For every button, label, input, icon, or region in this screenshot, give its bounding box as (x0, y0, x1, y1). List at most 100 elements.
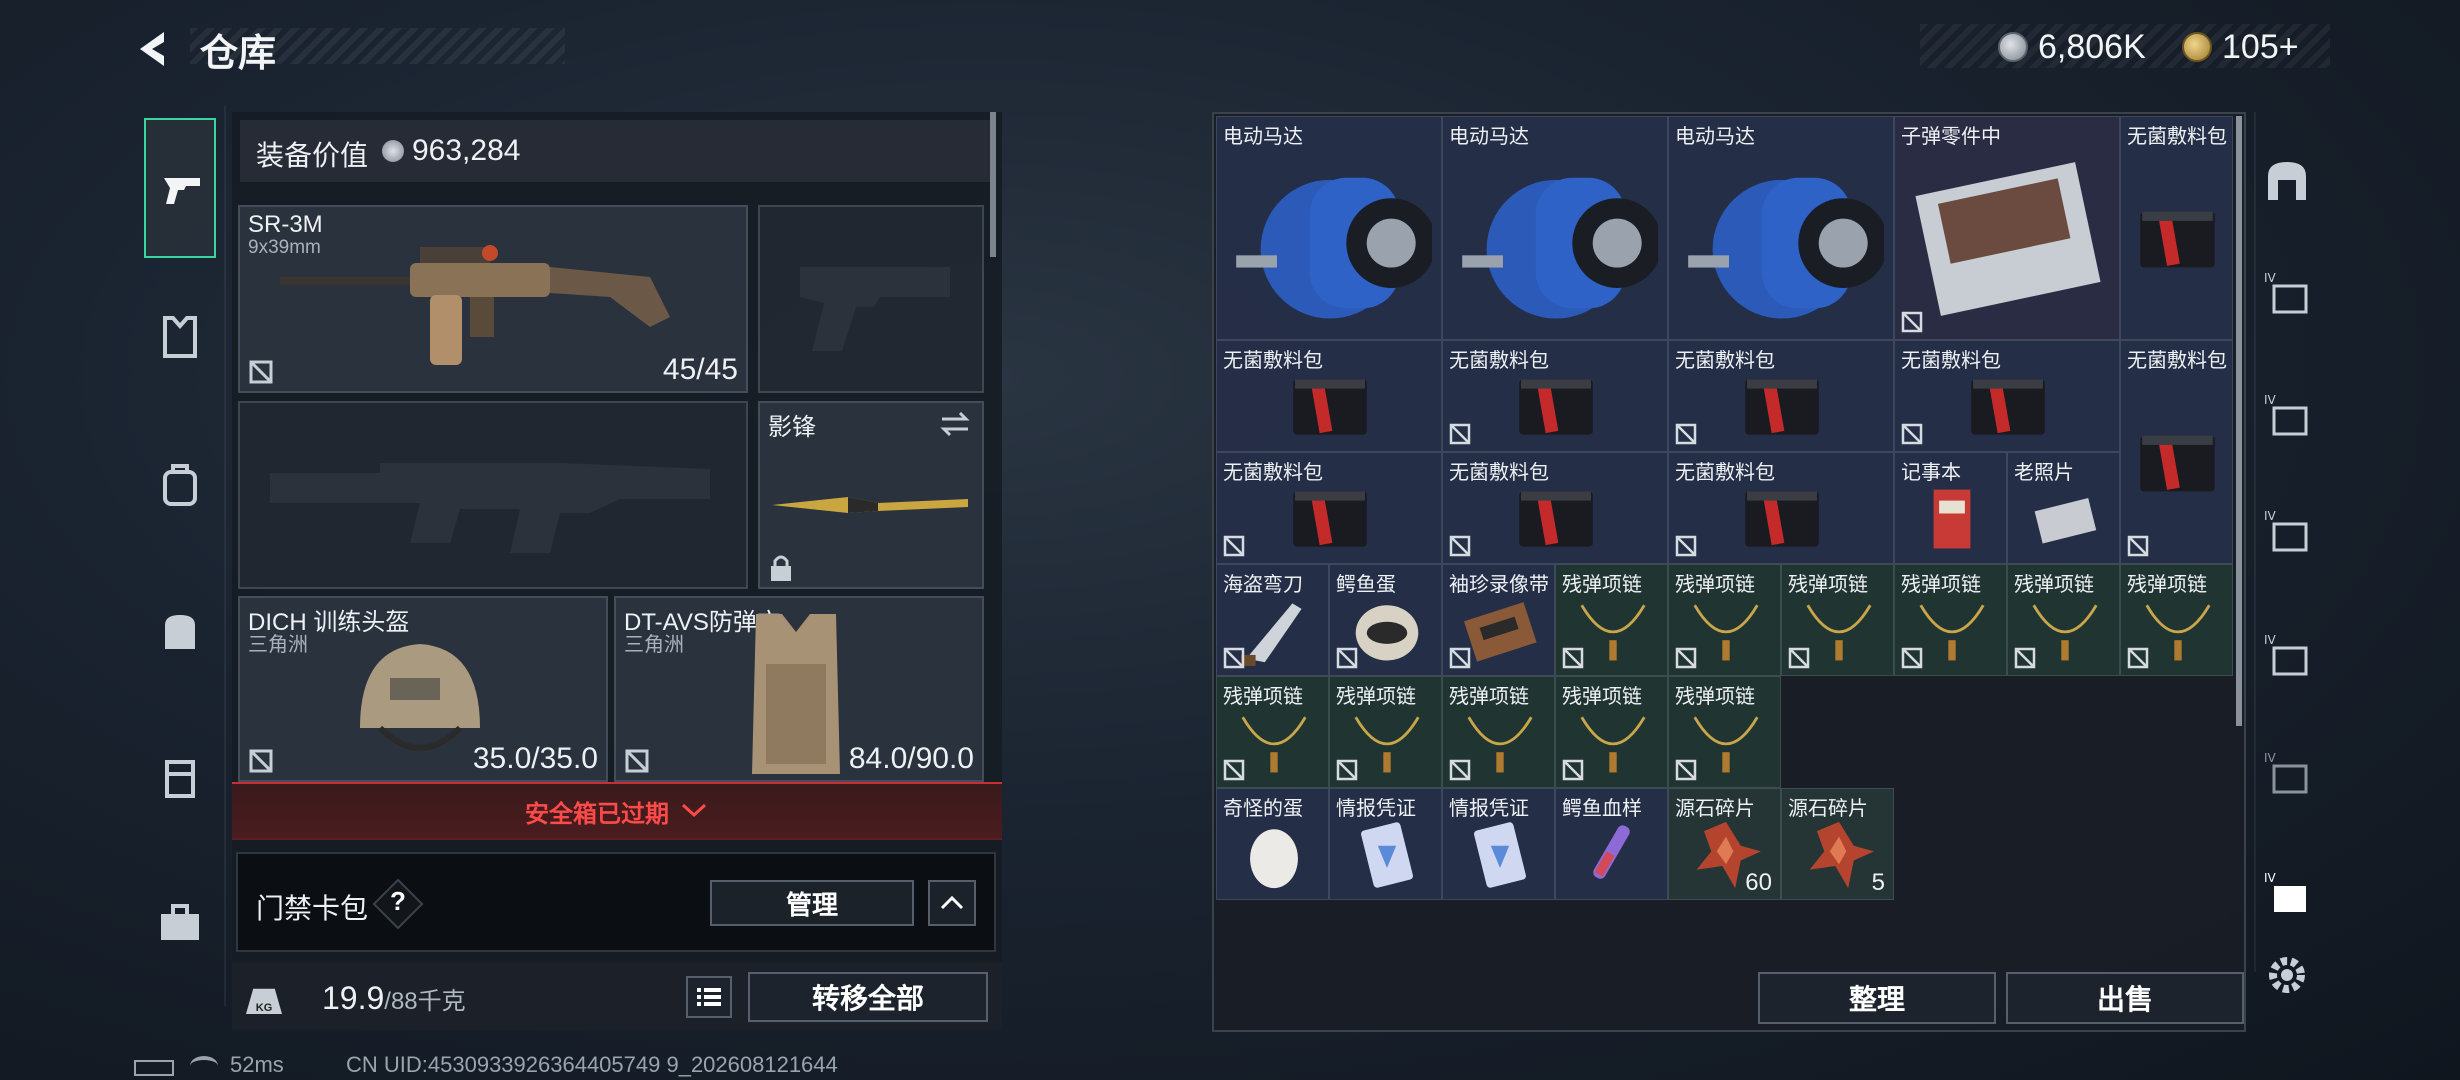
stash-item[interactable]: 海盗弯刀 (1216, 564, 1329, 676)
home-stash-icon[interactable] (2262, 156, 2312, 206)
intel-card-icon (1473, 822, 1526, 888)
stash-item[interactable]: 无菌敷料包 (1216, 340, 1442, 452)
stash-item[interactable]: 无菌敷料包 (1442, 340, 1668, 452)
armor-slot[interactable]: DT-AVS防弹衣 三角洲 84.0/90.0 (614, 596, 984, 782)
stash-item[interactable]: 源石碎片 5 (1781, 788, 1894, 900)
swap-icon[interactable] (938, 409, 972, 439)
stash-tier-icon[interactable]: IV (2262, 868, 2312, 918)
intel-card-icon (1360, 822, 1413, 888)
panel-scrollbar[interactable] (990, 112, 996, 257)
stash-item[interactable]: 记事本 (1894, 452, 2007, 564)
tab-weapons[interactable] (144, 118, 216, 258)
helmet-slot[interactable]: DICH 训练头盔 三角洲 35.0/35.0 (238, 596, 608, 782)
stash-item[interactable]: 源石碎片 60 (1668, 788, 1781, 900)
bound-icon (1449, 535, 1471, 557)
armor-durability: 84.0/90.0 (848, 742, 974, 775)
melee-slot[interactable]: 影锋 (758, 401, 984, 589)
stash-item[interactable]: 残弹项链 (1442, 676, 1555, 788)
stash-item[interactable]: 残弹项链 (1329, 676, 1442, 788)
vest-icon[interactable] (155, 312, 205, 362)
toolbox-icon[interactable] (155, 898, 205, 948)
stash-item[interactable]: 残弹项链 (2007, 564, 2120, 676)
stash-item[interactable]: 袖珍录像带 (1442, 564, 1555, 676)
stash-item[interactable]: 鳄鱼血样 (1555, 788, 1668, 900)
stash-item[interactable]: 电动马达 (1442, 116, 1668, 340)
bound-icon (2127, 647, 2149, 669)
bound-icon (1449, 423, 1471, 445)
secondary-weapon-slot[interactable] (238, 401, 748, 589)
stash-item[interactable]: 无菌敷料包 (2120, 340, 2233, 564)
stash-tier-icon[interactable]: IV (2262, 390, 2312, 440)
stash-item[interactable]: 鳄鱼蛋 (1329, 564, 1442, 676)
coin-amount[interactable]: 105+ (2222, 28, 2299, 67)
stash-scrollbar[interactable] (2236, 116, 2242, 726)
case-icon[interactable] (155, 752, 205, 802)
svg-text:IV: IV (2264, 509, 2277, 523)
stash-item[interactable]: 无菌敷料包 (1216, 452, 1442, 564)
item-label: 无菌敷料包 (2127, 126, 2227, 148)
stash-item[interactable]: 子弹零件中 (1894, 116, 2120, 340)
rifle-silhouette-icon (270, 463, 710, 553)
stash-item[interactable]: 残弹项链 (1894, 564, 2007, 676)
primary-weapon-slot[interactable]: SR-3M 9x39mm 45/45 (238, 205, 748, 393)
stash-item[interactable]: 残弹项链 (1216, 676, 1329, 788)
settings-gear-icon[interactable] (2262, 950, 2312, 1000)
gold-coin-icon (2182, 32, 2212, 62)
stash-item[interactable]: 情报凭证 (1442, 788, 1555, 900)
list-button[interactable] (686, 976, 732, 1018)
stash-item[interactable]: 残弹项链 (1781, 564, 1894, 676)
bound-icon (1449, 647, 1471, 669)
coin-value: 105 (2222, 28, 2279, 66)
lock-icon (771, 555, 791, 581)
back-button[interactable] (130, 26, 176, 72)
stash-item[interactable]: 电动马达 (1668, 116, 1894, 340)
stash-item[interactable]: 残弹项链 (1668, 676, 1781, 788)
stash-tier-icon[interactable]: IV (2262, 630, 2312, 680)
bandage-icon (2140, 211, 2215, 267)
stash-item[interactable]: 残弹项链 (2120, 564, 2233, 676)
stash-tier-icon[interactable]: IV (2262, 268, 2312, 318)
coin-add-button[interactable]: + (2279, 28, 2299, 66)
svg-text:IV: IV (2264, 751, 2277, 765)
sell-button[interactable]: 出售 (2006, 972, 2244, 1024)
collapse-button[interactable] (928, 880, 976, 926)
bag-icon[interactable] (155, 605, 205, 655)
transfer-all-button[interactable]: 转移全部 (748, 972, 988, 1022)
pistol-slot[interactable] (758, 205, 984, 393)
stash-item[interactable]: 残弹项链 (1555, 564, 1668, 676)
stash-item[interactable]: 奇怪的蛋 (1216, 788, 1329, 900)
bound-icon (1562, 647, 1584, 669)
stash-item[interactable]: 电动马达 (1216, 116, 1442, 340)
stash-tier-icon[interactable]: IV (2262, 506, 2312, 556)
stash-item[interactable]: 残弹项链 (1668, 564, 1781, 676)
backpack-icon[interactable] (155, 460, 205, 510)
currency-amount: 6,806K (2038, 28, 2146, 66)
page-title: 仓库 (200, 33, 277, 75)
sort-button[interactable]: 整理 (1758, 972, 1996, 1024)
bound-icon (1449, 759, 1471, 781)
stash-item[interactable]: 无菌敷料包 (1442, 452, 1668, 564)
bandage-icon (2140, 435, 2215, 491)
keycard-label: 门禁卡包 (256, 893, 369, 924)
motor-icon (1236, 177, 1432, 319)
safebox-expired-banner[interactable]: 安全箱已过期 (232, 782, 1002, 840)
stash-item[interactable]: 情报凭证 (1329, 788, 1442, 900)
stash-item[interactable]: 老照片 (2007, 452, 2120, 564)
stash-item[interactable]: 无菌敷料包 (1894, 340, 2120, 452)
stash-item[interactable]: 无菌敷料包 (1668, 452, 1894, 564)
stash-item[interactable]: 残弹项链 (1555, 676, 1668, 788)
bound-icon (2014, 647, 2036, 669)
stash-item[interactable]: 无菌敷料包 (2120, 116, 2233, 340)
bound-icon (1336, 647, 1358, 669)
svg-text:IV: IV (2264, 271, 2277, 285)
bound-icon (1901, 311, 1923, 333)
bound-icon (1675, 647, 1697, 669)
silver-coin-icon (1998, 32, 2028, 62)
stash-tier-icon[interactable]: IV (2262, 748, 2312, 798)
bandage-icon (1519, 491, 1593, 547)
manage-button[interactable]: 管理 (710, 880, 914, 926)
chevron-up-icon (940, 895, 964, 910)
bandage-icon (1519, 379, 1593, 435)
stash-item[interactable]: 无菌敷料包 (1668, 340, 1894, 452)
motor-icon (1462, 177, 1658, 319)
